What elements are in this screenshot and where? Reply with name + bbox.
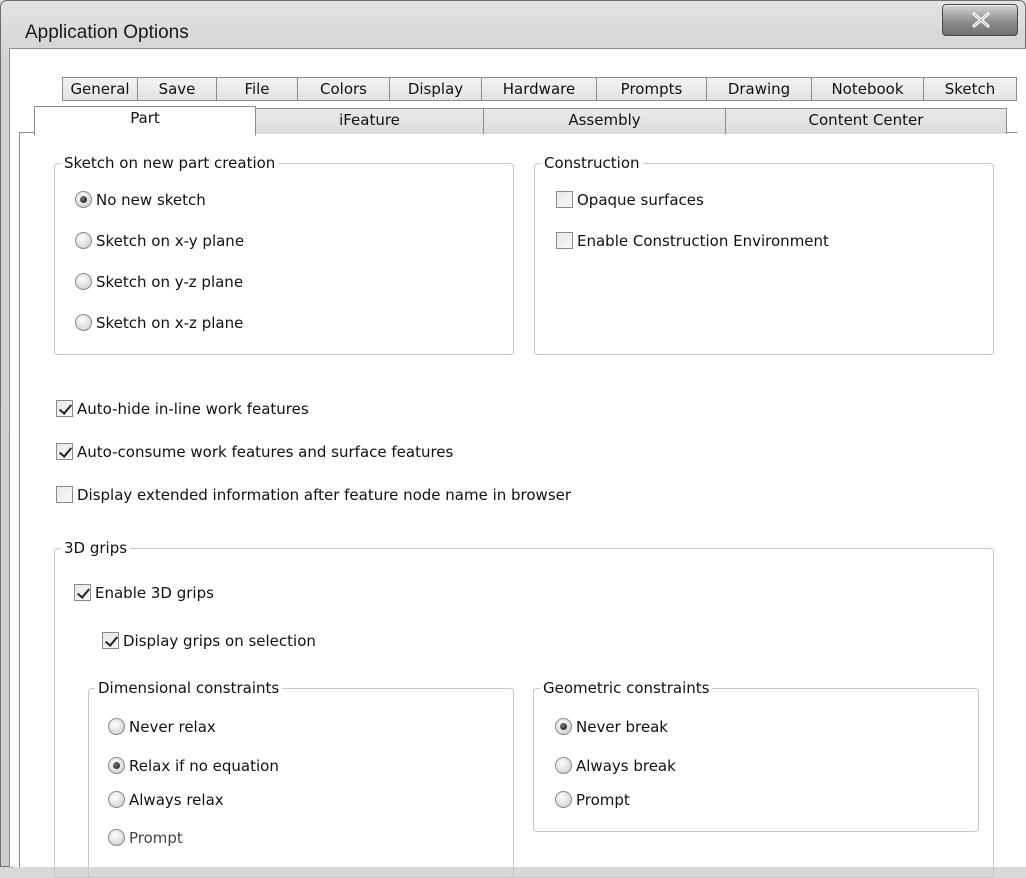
checkbox-opaque-surfaces[interactable]: Opaque surfaces [556, 190, 704, 210]
group-legend: Dimensional constraints [95, 678, 283, 698]
option-label: Display extended information after featu… [77, 486, 572, 504]
radio-no-new-sketch[interactable]: No new sketch [75, 190, 206, 210]
checkbox[interactable] [56, 400, 73, 417]
tab-general[interactable]: General [62, 77, 138, 101]
tab-save[interactable]: Save [137, 77, 217, 101]
option-label: Opaque surfaces [577, 191, 704, 209]
option-label: Auto-consume work features and surface f… [77, 443, 454, 461]
option-label: Enable 3D grips [95, 584, 214, 602]
option-label: Always break [576, 757, 676, 775]
option-label: Never relax [129, 718, 216, 736]
close-button[interactable] [942, 4, 1018, 36]
tab-sketch[interactable]: Sketch [923, 77, 1017, 101]
option-label: Sketch on x-z plane [96, 314, 244, 332]
group-legend: 3D grips [61, 538, 131, 558]
checkbox[interactable] [102, 632, 119, 649]
radio-button[interactable] [75, 191, 92, 208]
option-label: Sketch on x-y plane [96, 232, 245, 250]
option-label: Enable Construction Environment [577, 232, 829, 250]
checkbox[interactable] [556, 191, 573, 208]
radio-prompt-geometric[interactable]: Prompt [555, 790, 630, 810]
checkbox[interactable] [556, 232, 573, 249]
option-label: Always relax [129, 791, 224, 809]
tab-content-center[interactable]: Content Center [725, 108, 1007, 134]
radio-button[interactable] [75, 232, 92, 249]
tab-notebook[interactable]: Notebook [811, 77, 924, 101]
radio-always-break[interactable]: Always break [555, 756, 676, 776]
tab-colors[interactable]: Colors [297, 77, 390, 101]
option-label: Auto-hide in-line work features [77, 400, 309, 418]
radio-relax-if-no-equation[interactable]: Relax if no equation [108, 756, 279, 776]
radio-button[interactable] [555, 791, 572, 808]
tab-display[interactable]: Display [389, 77, 482, 101]
radio-button[interactable] [555, 718, 572, 735]
close-icon [972, 12, 990, 28]
checkbox-display-grips-on-selection[interactable]: Display grips on selection [102, 631, 316, 651]
radio-button[interactable] [108, 718, 125, 735]
checkbox-display-extended-information[interactable]: Display extended information after featu… [56, 485, 571, 505]
radio-sketch-xz[interactable]: Sketch on x-z plane [75, 313, 243, 333]
radio-button[interactable] [108, 829, 125, 846]
tab-ifeature[interactable]: iFeature [255, 108, 484, 134]
radio-button[interactable] [75, 273, 92, 290]
radio-button[interactable] [108, 791, 125, 808]
option-label: Display grips on selection [123, 632, 316, 650]
radio-prompt-dimensional[interactable]: Prompt [108, 828, 183, 848]
option-label: Prompt [576, 791, 630, 809]
checkbox[interactable] [74, 584, 91, 601]
tab-assembly[interactable]: Assembly [483, 108, 726, 134]
tab-part[interactable]: Part [34, 106, 256, 136]
option-label: Sketch on y-z plane [96, 273, 244, 291]
group-legend: Construction [541, 153, 643, 173]
option-label: Prompt [129, 829, 183, 847]
radio-button[interactable] [75, 314, 92, 331]
option-label: No new sketch [96, 191, 206, 209]
tab-drawing[interactable]: Drawing [706, 77, 812, 101]
checkbox-auto-hide-work-features[interactable]: Auto-hide in-line work features [56, 399, 309, 419]
option-label: Relax if no equation [129, 757, 279, 775]
radio-never-break[interactable]: Never break [555, 717, 668, 737]
checkbox[interactable] [56, 486, 73, 503]
radio-button[interactable] [108, 757, 125, 774]
checkbox[interactable] [56, 443, 73, 460]
radio-button[interactable] [555, 757, 572, 774]
tab-prompts[interactable]: Prompts [596, 77, 707, 101]
checkbox-enable-construction-environment[interactable]: Enable Construction Environment [556, 231, 829, 251]
checkbox-auto-consume-work-features[interactable]: Auto-consume work features and surface f… [56, 442, 453, 462]
option-label: Never break [576, 718, 668, 736]
window-title: Application Options [25, 22, 189, 43]
group-legend: Geometric constraints [540, 678, 713, 698]
tab-file[interactable]: File [216, 77, 298, 101]
group-legend: Sketch on new part creation [61, 153, 279, 173]
radio-never-relax[interactable]: Never relax [108, 717, 216, 737]
radio-sketch-xy[interactable]: Sketch on x-y plane [75, 231, 244, 251]
tab-hardware[interactable]: Hardware [481, 77, 597, 101]
checkbox-enable-3d-grips[interactable]: Enable 3D grips [74, 583, 214, 603]
radio-always-relax[interactable]: Always relax [108, 790, 224, 810]
radio-sketch-yz[interactable]: Sketch on y-z plane [75, 272, 243, 292]
